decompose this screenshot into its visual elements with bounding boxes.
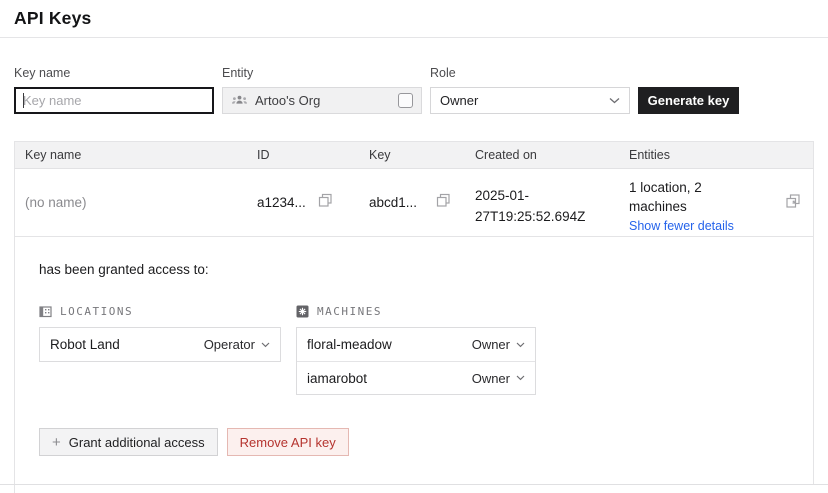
key-name-cell: (no name)	[25, 195, 87, 210]
grant-button-label: Grant additional access	[69, 435, 205, 450]
page-title: API Keys	[14, 8, 91, 29]
key-name-label: Key name	[14, 66, 70, 80]
machine-role-select[interactable]: Owner	[472, 337, 525, 352]
entity-label: Entity	[222, 66, 253, 80]
section-divider	[0, 484, 828, 485]
copy-key-button[interactable]	[436, 193, 451, 208]
machine-role-value: Owner	[472, 337, 510, 352]
show-fewer-details-link[interactable]: Show fewer details	[629, 219, 734, 233]
col-header-created-on: Created on	[475, 148, 537, 162]
machines-label: MACHINES	[317, 305, 382, 318]
checkbox-icon[interactable]	[398, 93, 413, 108]
col-header-id: ID	[257, 148, 270, 162]
entities-summary: 1 location, 2 machines	[629, 179, 741, 217]
table-header-row: Key name ID Key Created on Entities	[14, 141, 814, 169]
key-name-input[interactable]	[14, 87, 214, 114]
machines-section-header: MACHINES	[296, 305, 382, 318]
location-name: Robot Land	[50, 337, 204, 352]
text-caret	[23, 93, 24, 108]
copy-icon	[318, 193, 333, 208]
col-header-entities: Entities	[629, 148, 670, 162]
entity-value: Artoo's Org	[255, 93, 391, 108]
chevron-down-icon	[609, 97, 620, 104]
locations-section-header: LOCATIONS	[39, 305, 133, 318]
machine-access-row: iamarobot Owner	[297, 361, 535, 394]
machine-role-select[interactable]: Owner	[472, 371, 525, 386]
machine-role-value: Owner	[472, 371, 510, 386]
role-value: Owner	[440, 93, 609, 108]
col-header-key: Key	[369, 148, 391, 162]
created-on-cell: 2025-01-27T19:25:52.694Z	[475, 186, 593, 228]
entities-cell: 1 location, 2 machines Show fewer detail…	[629, 179, 741, 233]
granted-access-text: has been granted access to:	[39, 262, 209, 277]
machine-name: iamarobot	[307, 371, 472, 386]
remove-api-key-button[interactable]: Remove API key	[227, 428, 349, 456]
chevron-down-icon	[261, 342, 270, 348]
duplicate-key-button[interactable]	[785, 193, 801, 209]
locations-label: LOCATIONS	[60, 305, 133, 318]
locations-access-list: Robot Land Operator	[39, 327, 281, 362]
next-card-edge	[14, 485, 15, 493]
key-details-panel: has been granted access to: LOCATIONS Ro…	[14, 237, 814, 484]
role-label: Role	[430, 66, 456, 80]
plus-icon: +	[52, 435, 61, 450]
organization-people-icon	[231, 94, 248, 107]
table-row: (no name) a1234... abcd1... 2025-01-27T1…	[14, 169, 814, 237]
copy-icon	[436, 193, 451, 208]
machine-access-row: floral-meadow Owner	[297, 328, 535, 361]
role-select[interactable]: Owner	[430, 87, 630, 114]
building-icon	[39, 305, 52, 318]
machine-name: floral-meadow	[307, 337, 472, 352]
location-role-value: Operator	[204, 337, 255, 352]
grant-additional-access-button[interactable]: + Grant additional access	[39, 428, 218, 456]
machines-access-list: floral-meadow Owner iamarobot Owner	[296, 327, 536, 395]
generate-key-button[interactable]: Generate key	[638, 87, 739, 114]
chevron-down-icon	[516, 375, 525, 381]
duplicate-icon	[785, 193, 801, 209]
copy-id-button[interactable]	[318, 193, 333, 208]
col-header-key-name: Key name	[25, 148, 81, 162]
entity-select[interactable]: Artoo's Org	[222, 87, 422, 114]
machine-icon	[296, 305, 309, 318]
id-cell: a1234...	[257, 195, 306, 210]
location-access-row: Robot Land Operator	[40, 328, 280, 361]
header-divider	[0, 37, 828, 38]
api-keys-table: Key name ID Key Created on Entities (no …	[14, 141, 814, 484]
location-role-select[interactable]: Operator	[204, 337, 270, 352]
key-cell: abcd1...	[369, 195, 417, 210]
chevron-down-icon	[516, 342, 525, 348]
